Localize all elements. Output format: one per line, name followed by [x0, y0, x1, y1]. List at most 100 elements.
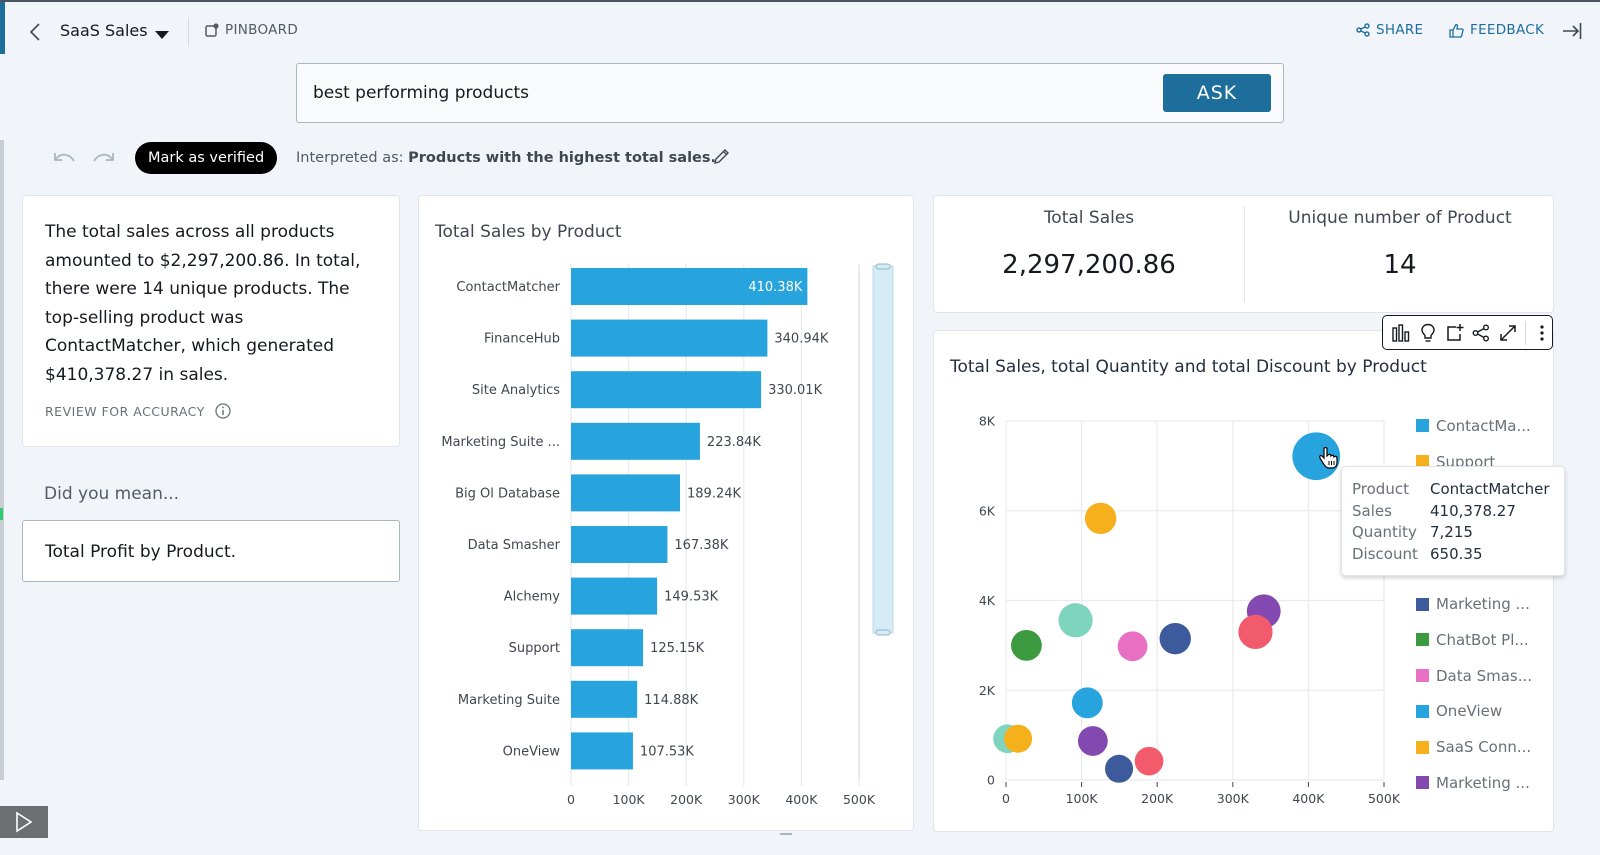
review-for-accuracy[interactable]: REVIEW FOR ACCURACY [45, 403, 377, 419]
category-label: OneView [503, 744, 561, 759]
x-tick-label: 500K [843, 792, 876, 807]
insights-button[interactable] [1418, 322, 1438, 343]
legend-item[interactable]: SaaS Conn... [1416, 729, 1556, 765]
tooltip-value: 7,215 [1430, 523, 1473, 542]
category-label: FinanceHub [484, 332, 560, 347]
left-edge-indicator [0, 508, 3, 520]
x-tick-label: 300K [1217, 791, 1250, 806]
bar[interactable] [571, 319, 768, 357]
legend-label: OneView [1436, 702, 1503, 721]
data-label: 167.38K [674, 538, 728, 553]
chart-tooltip: Product ContactMatcher Sales 410,378.27 Quan… [1341, 466, 1565, 576]
bar-chart-card: Total Sales by Product 0 100K 200K 300K 400K… [418, 195, 914, 831]
play-button[interactable] [0, 806, 48, 838]
scatter-point[interactable] [1105, 754, 1134, 783]
caret-down-icon[interactable] [154, 25, 170, 44]
category-label: Site Analytics [472, 383, 560, 398]
scatter-point[interactable] [1238, 614, 1273, 650]
bar[interactable] [571, 680, 638, 718]
question-input[interactable] [313, 79, 1133, 107]
collapse-panel-button[interactable] [1562, 22, 1582, 44]
more-vertical-icon [1540, 324, 1544, 341]
legend-label: Storage [1436, 809, 1495, 810]
scatter-point[interactable] [1159, 622, 1191, 655]
kpi-label: Unique number of Product [1288, 208, 1512, 228]
data-label: 189.24K [687, 486, 741, 501]
tooltip-row: Product ContactMatcher [1352, 479, 1564, 501]
scatter-point[interactable] [1004, 724, 1033, 753]
undo-button[interactable] [53, 150, 77, 170]
legend-item[interactable]: ChatBot Pl... [1416, 622, 1556, 658]
legend-item[interactable]: Marketing ... [1416, 586, 1556, 622]
scatter-point[interactable] [1117, 631, 1148, 662]
feedback-button[interactable]: FEEDBACK [1449, 22, 1544, 38]
mark-as-verified-button[interactable]: Mark as verified [135, 142, 278, 174]
kpi-card: Total Sales 2,297,200.86 Unique number o… [933, 195, 1554, 313]
kpi-value: 14 [1383, 250, 1417, 280]
tooltip-key: Product [1352, 480, 1409, 498]
info-icon[interactable] [215, 403, 231, 419]
back-button[interactable] [26, 20, 44, 44]
scatter-point[interactable] [1077, 726, 1108, 756]
scatter-point[interactable] [1010, 629, 1042, 661]
resize-handle[interactable] [780, 833, 792, 835]
lightbulb-icon [1421, 323, 1435, 342]
bar[interactable] [571, 732, 633, 770]
topic-title[interactable]: SaaS Sales [60, 21, 148, 40]
did-you-mean-heading: Did you mean... [44, 484, 180, 504]
legend-item[interactable]: ContactMa... [1416, 408, 1556, 444]
redo-button[interactable] [91, 150, 115, 170]
data-label: 340.94K [774, 332, 828, 347]
change-visual-button[interactable] [1391, 322, 1411, 343]
edit-interpretation-button[interactable] [712, 148, 730, 170]
share-button[interactable]: SHARE [1356, 22, 1423, 38]
bar[interactable] [571, 371, 762, 409]
more-options-button[interactable] [1532, 322, 1552, 343]
narrative-text: The total sales across all products amou… [45, 222, 361, 385]
share-visual-button[interactable] [1472, 322, 1492, 343]
scatter-point[interactable] [1134, 746, 1164, 776]
scatter-point[interactable] [1084, 502, 1117, 535]
bar[interactable] [571, 422, 700, 460]
y-tick-label: 2K [979, 683, 996, 698]
suggestion-button[interactable]: Total Profit by Product. [22, 520, 400, 582]
ask-button[interactable]: ASK [1163, 74, 1271, 112]
legend-label: ChatBot Pl... [1436, 630, 1529, 649]
kpi-label: Total Sales [1043, 208, 1135, 228]
add-to-pinboard-button[interactable] [1445, 322, 1465, 343]
left-edge-scrollbar[interactable] [0, 140, 4, 780]
share-label: SHARE [1376, 22, 1424, 38]
review-label: REVIEW FOR ACCURACY [45, 403, 205, 419]
bar[interactable] [571, 526, 668, 563]
legend-swatch [1416, 597, 1429, 611]
toolbar-divider [1524, 320, 1526, 345]
legend-item[interactable]: OneView [1416, 694, 1556, 730]
bar-chart-icon [1392, 323, 1410, 342]
pencil-icon [714, 149, 729, 164]
tooltip-value: 410,378.27 [1430, 501, 1516, 520]
chart-scrollbar[interactable] [872, 263, 894, 636]
share-icon [1356, 23, 1370, 37]
expand-visual-button[interactable] [1498, 322, 1518, 343]
undo-icon [54, 153, 75, 162]
chevron-left-icon [29, 23, 40, 41]
x-tick-label: 400K [1292, 791, 1325, 806]
tooltip-value: 650.35 [1430, 545, 1483, 564]
scatter-point[interactable] [1071, 687, 1103, 719]
legend-item[interactable]: Marketing ... [1416, 765, 1556, 801]
bar[interactable] [571, 577, 658, 615]
redo-icon [93, 153, 114, 162]
header-divider [188, 17, 189, 47]
y-tick-label: 6K [979, 503, 996, 518]
legend-swatch [1416, 740, 1429, 754]
y-tick-label: 0 [987, 773, 995, 788]
scatter-point[interactable] [1058, 603, 1093, 638]
bar[interactable] [571, 629, 644, 667]
legend-item[interactable]: Data Smas... [1416, 658, 1556, 694]
data-label: 223.84K [707, 435, 761, 450]
bar[interactable] [571, 474, 681, 512]
category-label: Marketing Suite ... [441, 435, 560, 450]
pinboard-button[interactable]: PINBOARD [205, 22, 298, 38]
category-label: Big Ol Database [455, 486, 560, 501]
legend-item[interactable]: Storage [1416, 801, 1556, 810]
